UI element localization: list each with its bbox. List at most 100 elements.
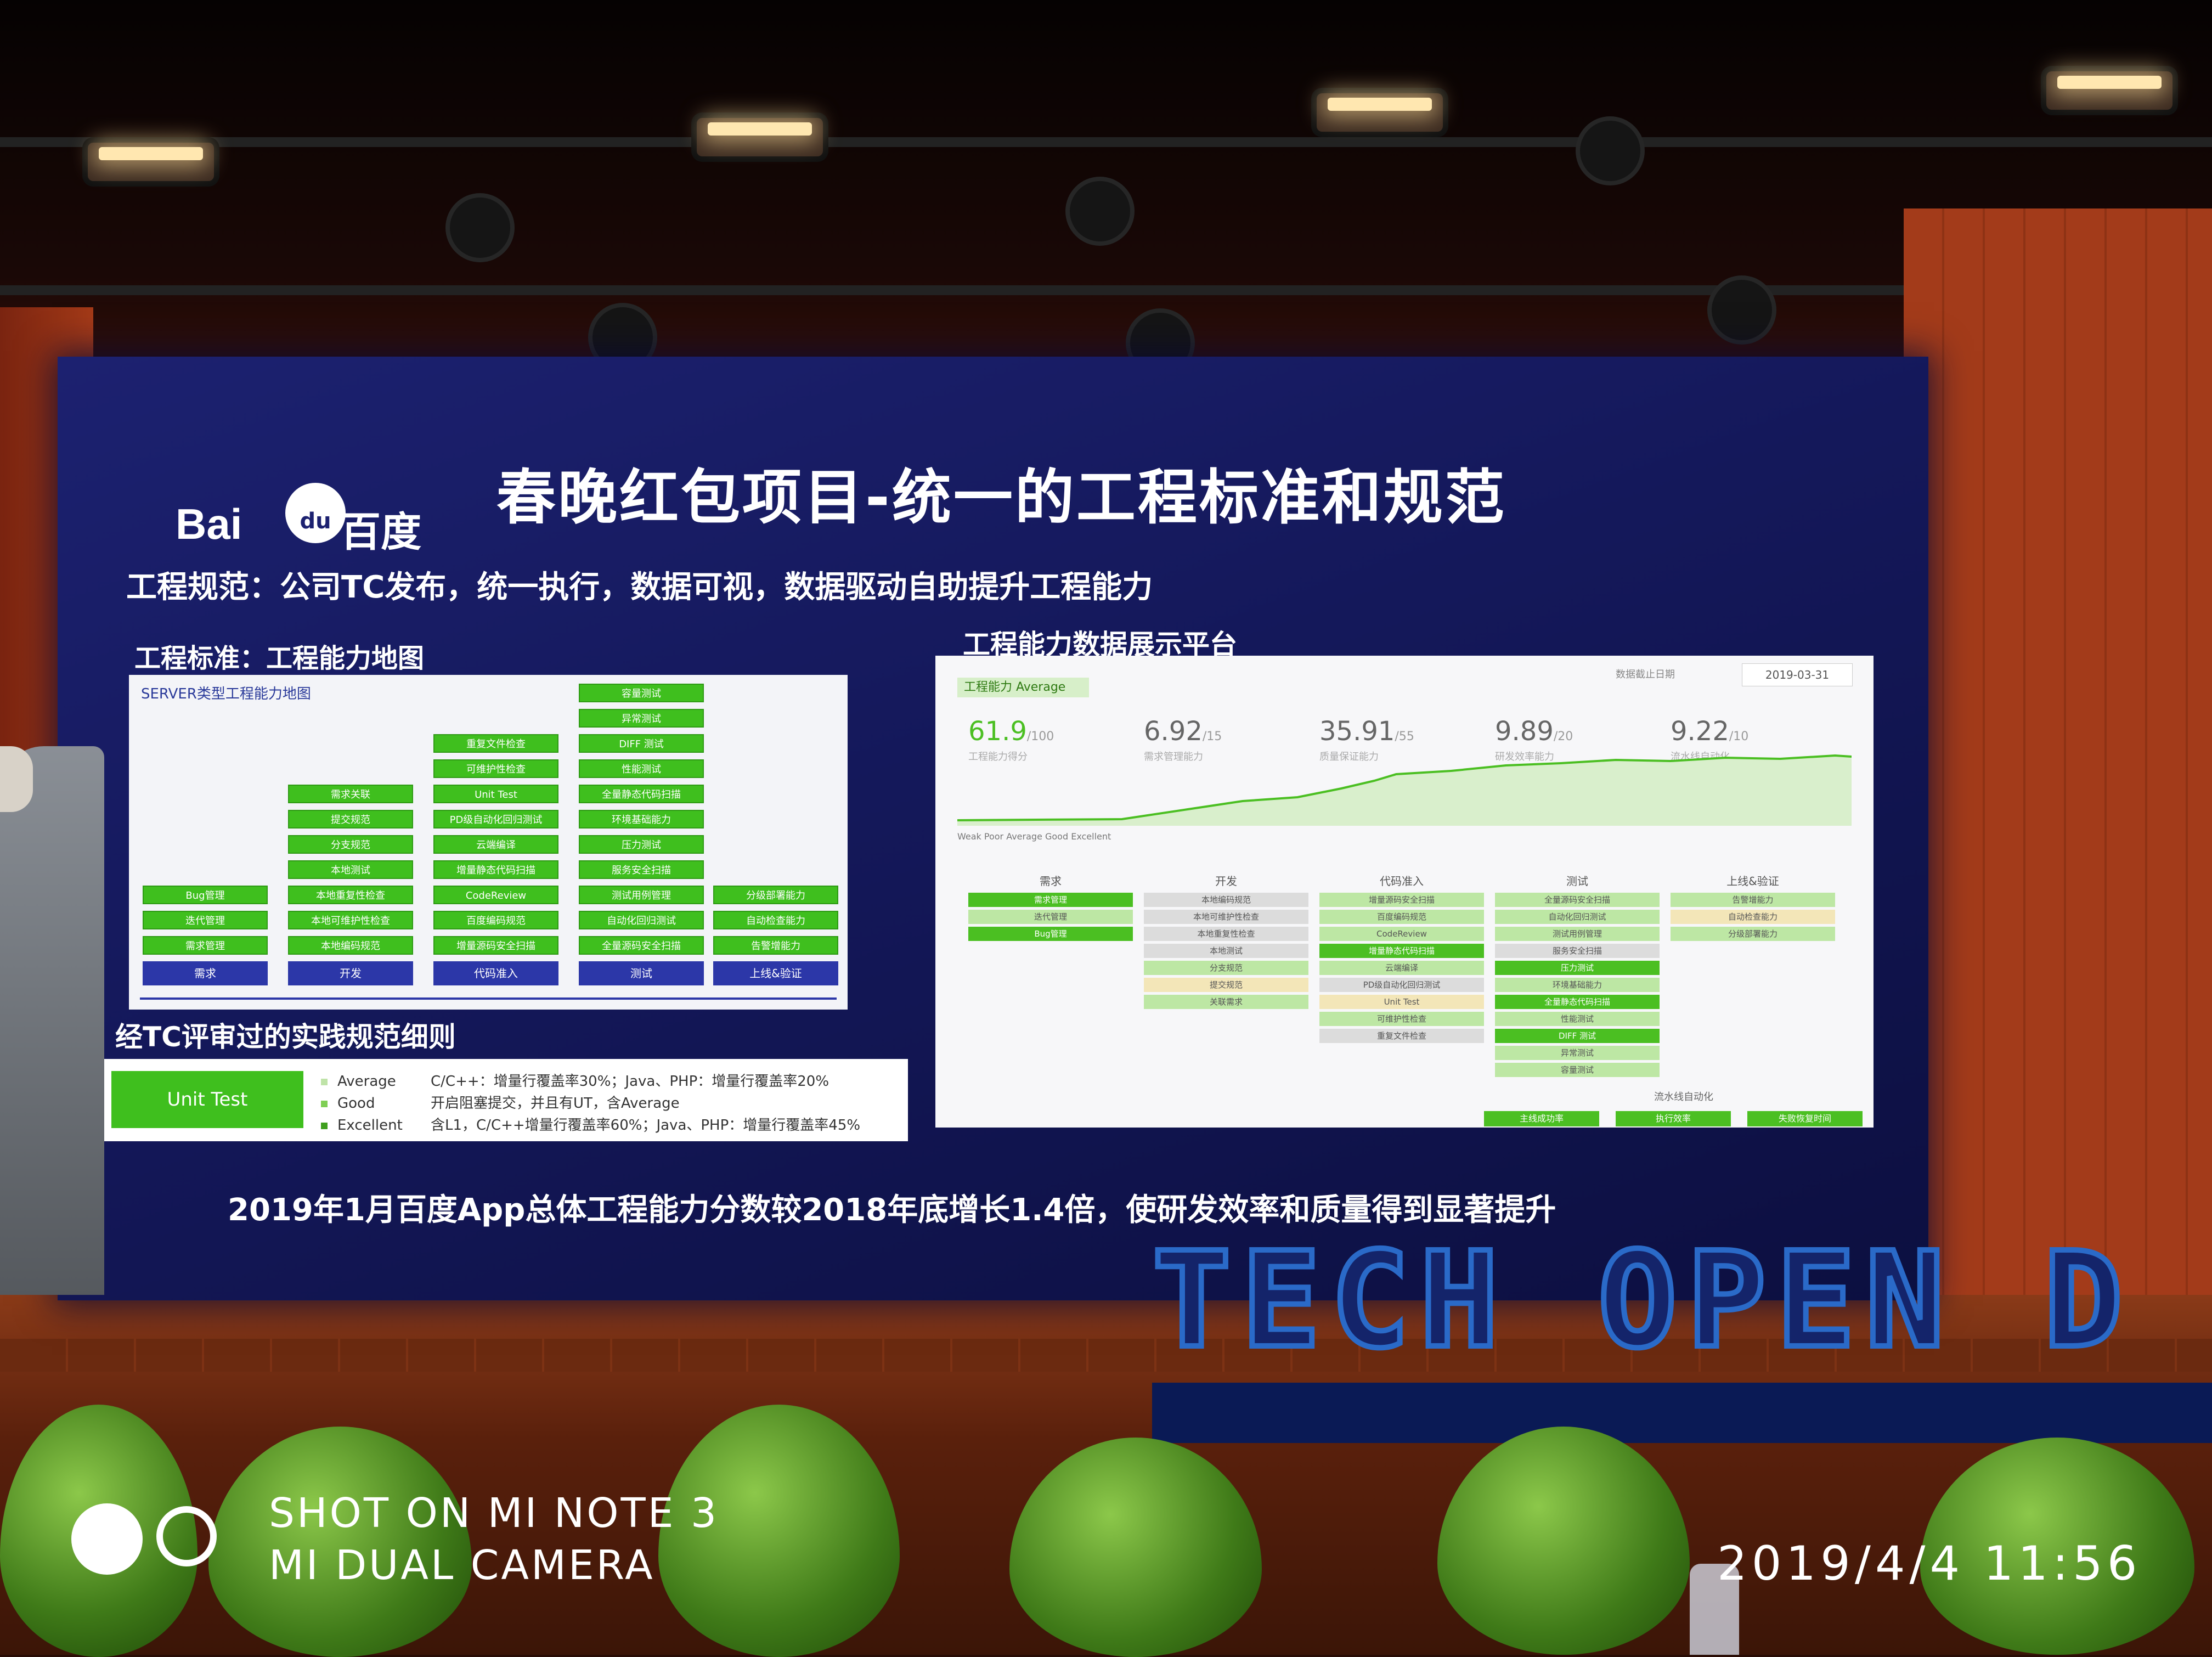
stage-label: 上线&验证 [713, 961, 838, 985]
platform-cell[interactable]: 增量静态代码扫描 [1319, 944, 1484, 958]
platform-cell[interactable]: 异常测试 [1495, 1046, 1660, 1060]
photo-timestamp: 2019/4/4 11:56 [1717, 1536, 2142, 1591]
capability-item: 服务安全扫描 [579, 860, 704, 879]
platform-cell[interactable]: 重复文件检查 [1319, 1029, 1484, 1043]
stage-label: 开发 [288, 961, 413, 985]
flow-button[interactable]: 失败恢复时间 [1747, 1111, 1863, 1126]
stage-label: 测试 [579, 961, 704, 985]
platform-cell[interactable]: 服务安全扫描 [1495, 944, 1660, 958]
platform-cell[interactable]: 告警增能力 [1671, 893, 1835, 907]
stage-light [1317, 93, 1443, 132]
capability-column: 需求关联 提交规范 分支规范 本地测试 本地重复性检查 本地可维护性检查 本地编码规范 开发 [288, 785, 413, 985]
platform-cell[interactable]: 压力测试 [1495, 961, 1660, 975]
platform-column: 测试全量源码安全扫描 自动化回归测试 测试用例管理 服务安全扫描 压力测试环境基础能力全… [1495, 872, 1660, 1080]
stage-light [697, 118, 823, 156]
capability-item: 本地测试 [288, 860, 413, 879]
slide-subtitle: 工程规范：公司TC发布，统一执行，数据可视，数据驱动自助提升工程能力 [126, 570, 1153, 605]
capability-item: 异常测试 [579, 709, 704, 728]
capability-item: 分级部署能力 [713, 886, 838, 904]
platform-cell[interactable]: CodeReview [1319, 927, 1484, 941]
platform-column-head: 测试 [1566, 875, 1588, 888]
capability-item: 告警增能力 [713, 936, 838, 955]
platform-cell[interactable]: 自动检查能力 [1671, 910, 1835, 924]
capability-item: CodeReview [433, 886, 558, 904]
platform-cell[interactable]: 关联需求 [1144, 995, 1308, 1009]
platform-cell[interactable]: 容量测试 [1495, 1063, 1660, 1077]
platform-cell[interactable]: 百度编码规范 [1319, 910, 1484, 924]
pipeline-arrow [140, 997, 837, 1000]
metric-scale: /100 [1026, 730, 1054, 743]
capability-item: Bug管理 [143, 886, 268, 904]
stage-light [2046, 71, 2172, 110]
platform-cell[interactable]: DIFF 测试 [1495, 1029, 1660, 1043]
capability-item: 增量静态代码扫描 [433, 860, 558, 879]
metric-value: 9.22 [1671, 716, 1729, 747]
platform-cell[interactable]: 本地编码规范 [1144, 893, 1308, 907]
projection-screen: Bai du 百度 春晚红包项目-统一的工程标准和规范 工程规范：公司TC发布，… [58, 357, 1928, 1300]
capability-column: 重复文件检查 可维护性检查 Unit Test PD级自动化回归测试 云端编译 增量静态代… [433, 734, 558, 985]
capability-item: 云端编译 [433, 835, 558, 854]
capability-item: 本地重复性检查 [288, 886, 413, 904]
platform-column-head: 上线&验证 [1726, 875, 1779, 888]
platform-cell[interactable]: 自动化回归测试 [1495, 910, 1660, 924]
platform-cell[interactable]: PD级自动化回归测试 [1319, 978, 1484, 992]
platform-cell[interactable]: Unit Test [1319, 995, 1484, 1009]
capability-item: Unit Test [433, 785, 558, 803]
platform-cell[interactable]: 分支规范 [1144, 961, 1308, 975]
level-name: Average [337, 1073, 396, 1090]
rules-card: Unit Test Average C/C++：增量行覆盖率30%；Java、PH… [101, 1059, 908, 1141]
platform-cell[interactable]: 提交规范 [1144, 978, 1308, 992]
capability-item: 提交规范 [288, 810, 413, 828]
platform-cell[interactable]: 需求管理 [968, 893, 1133, 907]
capability-item: 增量源码安全扫描 [433, 936, 558, 955]
tab-capability[interactable]: 工程能力 Average [957, 678, 1089, 697]
capability-item: 测试用例管理 [579, 886, 704, 904]
unit-test-badge: Unit Test [111, 1071, 303, 1128]
trend-legend: Weak Poor Average Good Excellent [957, 831, 1111, 842]
capability-item: 自动检查能力 [713, 911, 838, 929]
capability-item: 压力测试 [579, 835, 704, 854]
capability-item: 全量静态代码扫描 [579, 785, 704, 803]
platform-cell[interactable]: 增量源码安全扫描 [1319, 893, 1484, 907]
platform-cell[interactable]: 本地重复性检查 [1144, 927, 1308, 941]
platform-cell[interactable]: 全量源码安全扫描 [1495, 893, 1660, 907]
capability-column: 分级部署能力 自动检查能力 告警增能力上线&验证 [713, 886, 838, 985]
platform-column: 需求 需求管理 迭代管理 Bug管理 [968, 872, 1133, 944]
platform-cell[interactable]: 云端编译 [1319, 961, 1484, 975]
platform-cell[interactable]: 测试用例管理 [1495, 927, 1660, 941]
level-average: Average C/C++：增量行覆盖率30%；Java、PHP：增量行覆盖率20… [321, 1070, 829, 1090]
flow-button[interactable]: 执行效率 [1616, 1111, 1731, 1126]
capability-column: Bug管理 迭代管理 需求管理 需求 [143, 886, 268, 985]
level-text: 含L1，C/C++增量行覆盖率60%；Java、PHP：增量行覆盖率45% [431, 1117, 861, 1134]
metric-scale: /20 [1553, 730, 1573, 743]
event-sign: TECH OPEN D [1149, 1221, 2133, 1380]
flow-button[interactable]: 主线成功率 [1484, 1111, 1599, 1126]
platform-cell[interactable]: 可维护性检查 [1319, 1012, 1484, 1026]
platform-cell[interactable]: 性能测试 [1495, 1012, 1660, 1026]
rules-heading: 经TC评审过的实践规范细则 [115, 1021, 456, 1053]
capability-map-title: SERVER类型工程能力地图 [141, 686, 311, 702]
platform-cell[interactable]: 本地可维护性检查 [1144, 910, 1308, 924]
platform-cell[interactable]: 全量静态代码扫描 [1495, 995, 1660, 1009]
date-label: 数据截止日期 [1616, 669, 1675, 680]
capability-item: 容量测试 [579, 684, 704, 702]
platform-column: 上线&验证告警增能力自动检查能力 分级部署能力 [1671, 872, 1835, 944]
spotlight [1070, 181, 1130, 241]
metric-value: 9.89 [1495, 716, 1554, 747]
platform-cell[interactable]: 本地测试 [1144, 944, 1308, 958]
date-picker[interactable]: 2019-03-31 [1742, 663, 1853, 686]
platform-cell[interactable]: 环境基础能力 [1495, 978, 1660, 992]
metric-scale: /15 [1202, 730, 1222, 743]
standards-heading: 工程标准：工程能力地图 [134, 643, 425, 674]
platform-column-head: 开发 [1215, 875, 1237, 888]
platform-cell[interactable]: 迭代管理 [968, 910, 1133, 924]
stage-label: 需求 [143, 961, 268, 985]
capability-item: 全量源码安全扫描 [579, 936, 704, 955]
platform-cell[interactable]: Bug管理 [968, 927, 1133, 941]
capability-item: 百度编码规范 [433, 911, 558, 929]
capability-item: PD级自动化回归测试 [433, 810, 558, 828]
excellent-dot-icon [321, 1122, 328, 1129]
platform-cell[interactable]: 分级部署能力 [1671, 927, 1835, 941]
baidu-logo: Bai du 百度 [176, 483, 428, 556]
capability-item: 需求管理 [143, 936, 268, 955]
